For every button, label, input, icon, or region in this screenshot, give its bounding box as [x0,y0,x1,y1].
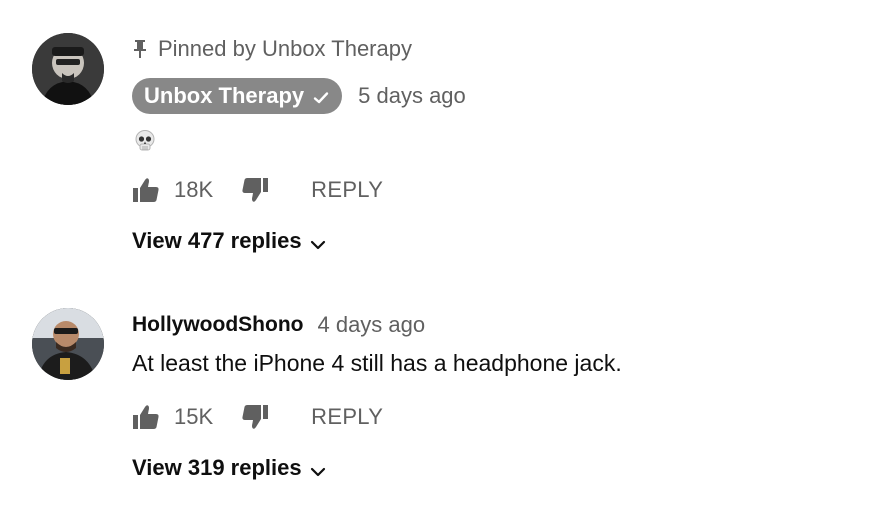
chevron-down-icon [310,233,326,250]
like-count: 18K [174,177,214,202]
comment-thread: Pinned by Unbox Therapy Unbox Therapy 5 … [0,0,890,280]
skull-emoji-icon [132,128,158,154]
comment-header: Unbox Therapy 5 days ago [132,78,870,114]
author-name: Unbox Therapy [144,83,305,108]
chevron-down-icon [310,460,326,477]
pinned-label: Pinned by Unbox Therapy [158,36,412,61]
dislike-icon[interactable] [241,176,269,204]
published-time[interactable]: 4 days ago [317,312,425,338]
view-replies-button[interactable]: View 319 replies [132,455,326,481]
reply-button[interactable]: REPLY [311,177,383,203]
reply-button[interactable]: REPLY [311,404,383,430]
view-replies-button[interactable]: View 477 replies [132,228,326,254]
published-time[interactable]: 5 days ago [358,83,466,109]
comment-actions: 18K REPLY [132,172,870,208]
verified-check-icon [312,87,330,105]
author-name-badge[interactable]: Unbox Therapy [132,78,343,114]
like-icon[interactable] [132,403,160,431]
pin-icon [132,39,148,59]
author-name[interactable]: HollywoodShono [132,313,303,337]
view-replies-label: View 319 replies [132,455,302,480]
dislike-icon[interactable] [241,403,269,431]
like-count: 15K [174,404,214,429]
view-replies-label: View 477 replies [132,228,302,253]
avatar[interactable] [32,308,104,380]
pinned-indicator: Pinned by Unbox Therapy [132,34,870,64]
like-icon[interactable] [132,176,160,204]
comment-thread: HollywoodShono 4 days ago At least the i… [0,300,890,514]
comment-header: HollywoodShono 4 days ago [132,310,870,340]
comment-actions: 15K REPLY [132,399,870,435]
avatar[interactable] [32,33,104,105]
comment-text: At least the iPhone 4 still has a headph… [132,350,622,376]
